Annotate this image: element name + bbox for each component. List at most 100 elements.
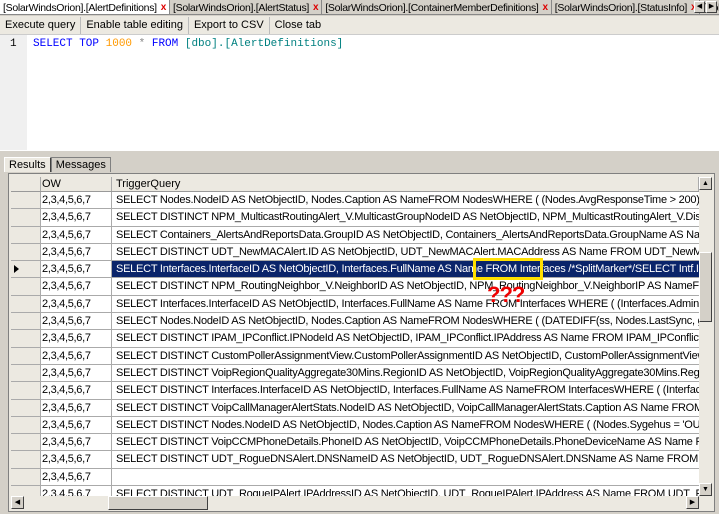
row-header[interactable] <box>11 209 41 226</box>
table-row[interactable]: 2,3,4,5,6,7 SELECT Nodes.NodeID AS NetObj… <box>11 313 699 331</box>
scroll-down-button[interactable]: ▼ <box>699 483 712 496</box>
cell-ow[interactable]: 2,3,4,5,6,7 <box>41 416 112 434</box>
cell-ow[interactable]: 2,3,4,5,6,7 <box>41 434 112 451</box>
row-header[interactable] <box>11 243 41 261</box>
cell-triggerquery[interactable]: SELECT Interfaces.InterfaceID AS NetObje… <box>112 261 699 278</box>
close-tab-button[interactable]: Close tab <box>270 17 326 34</box>
vertical-scrollbar[interactable]: ▲ ▼ <box>699 177 712 496</box>
cell-triggerquery[interactable]: SELECT DISTINCT UDT_RogueIPAlert.IPAddre… <box>112 486 699 496</box>
cell-triggerquery[interactable]: SELECT DISTINCT VoipRegionQualityAggrega… <box>112 365 699 381</box>
vertical-scroll-thumb[interactable] <box>699 252 712 322</box>
cell-triggerquery[interactable]: SELECT Containers_AlertsAndReportsData.G… <box>112 227 699 243</box>
row-header[interactable] <box>11 486 41 496</box>
cell-ow[interactable]: 2,3,4,5,6,7 <box>41 243 112 261</box>
document-tab[interactable]: [SolarWindsOrion].[AlertStatus] x <box>170 0 323 14</box>
table-row[interactable]: 2,3,4,5,6,7 SELECT Interfaces.InterfaceID… <box>11 261 699 279</box>
cell-ow[interactable]: 2,3,4,5,6,7 <box>41 278 112 295</box>
row-header[interactable] <box>11 347 41 364</box>
close-icon[interactable]: x <box>313 2 319 13</box>
query-editor[interactable]: 1 SELECT TOP 1000 * FROM [dbo].[AlertDef… <box>0 35 719 150</box>
cell-ow[interactable]: 2,3,4,5,6,7 <box>41 295 112 313</box>
document-tab[interactable]: [SolarWindsOrion].[StatusInfo]x <box>551 0 701 14</box>
table-row[interactable]: 2,3,4,5,6,7 <box>11 468 699 487</box>
table-row[interactable]: 2,3,4,5,6,7 SELECT DISTINCT VoipRegionQua… <box>11 364 699 383</box>
cell-triggerquery[interactable]: SELECT DISTINCT NPM_MulticastRoutingAler… <box>112 209 699 225</box>
row-header[interactable] <box>11 416 41 434</box>
table-row[interactable]: 2,3,4,5,6,7 SELECT DISTINCT NPM_Multicast… <box>11 209 699 227</box>
row-header[interactable] <box>11 382 41 399</box>
cell-ow[interactable]: 2,3,4,5,6,7 <box>41 382 112 399</box>
close-icon[interactable]: x <box>161 2 167 13</box>
cell-triggerquery[interactable]: SELECT DISTINCT VoipCallManagerAlertStat… <box>112 400 699 416</box>
table-row[interactable]: 2,3,4,5,6,7 SELECT DISTINCT UDT_RogueIPAl… <box>11 486 699 496</box>
cell-ow[interactable]: 2,3,4,5,6,7 <box>41 364 112 382</box>
results-grid[interactable]: OW TriggerQuery 2,3,4,5,6,7 SELECT Nodes.… <box>11 177 699 496</box>
cell-triggerquery[interactable]: SELECT DISTINCT UDT_RogueDNSAlert.DNSNam… <box>112 451 699 467</box>
row-header[interactable] <box>11 330 41 347</box>
tab-results[interactable]: Results <box>4 157 51 172</box>
horizontal-scrollbar[interactable]: ◀ ▶ <box>11 496 699 510</box>
table-row[interactable]: 2,3,4,5,6,7 SELECT DISTINCT Interfaces.In… <box>11 382 699 400</box>
cell-triggerquery[interactable]: SELECT DISTINCT VoipCCMPhoneDetails.Phon… <box>112 434 699 450</box>
cell-ow[interactable]: 2,3,4,5,6,7 <box>41 313 112 330</box>
row-header[interactable] <box>11 313 41 330</box>
table-row[interactable]: 2,3,4,5,6,7 SELECT DISTINCT IPAM_IPConfli… <box>11 330 699 348</box>
execute-query-button[interactable]: Execute query <box>0 16 82 34</box>
enable-table-editing-button[interactable]: Enable table editing <box>81 16 189 34</box>
cell-ow[interactable]: 2,3,4,5,6,7 <box>41 451 112 468</box>
table-row[interactable]: 2,3,4,5,6,7 SELECT DISTINCT NPM_RoutingNe… <box>11 278 699 296</box>
row-header[interactable] <box>11 468 41 486</box>
document-tab[interactable]: [SolarWindsOrion].[ContainerMemberDefini… <box>322 0 552 14</box>
scroll-right-button[interactable]: ▶ <box>686 496 699 509</box>
cell-ow[interactable]: 2,3,4,5,6,7 <box>41 226 112 243</box>
cell-triggerquery[interactable]: SELECT Nodes.NodeID AS NetObjectID, Node… <box>112 192 699 208</box>
horizontal-scroll-thumb[interactable] <box>108 496 208 510</box>
scroll-up-button[interactable]: ▲ <box>699 177 712 190</box>
cell-triggerquery[interactable]: SELECT DISTINCT Nodes.NodeID AS NetObjec… <box>112 417 699 433</box>
close-icon[interactable]: x <box>543 2 549 13</box>
cell-triggerquery[interactable]: SELECT Interfaces.InterfaceID AS NetObje… <box>112 296 699 312</box>
table-row[interactable]: 2,3,4,5,6,7 SELECT DISTINCT UDT_RogueDNSA… <box>11 451 699 469</box>
cell-ow[interactable]: 2,3,4,5,6,7 <box>41 347 112 364</box>
splitter[interactable] <box>0 150 719 156</box>
query-text[interactable]: SELECT TOP 1000 * FROM [dbo].[AlertDefin… <box>33 38 343 50</box>
cell-ow[interactable]: 2,3,4,5,6,7 <box>41 261 112 278</box>
export-csv-button[interactable]: Export to CSV <box>189 16 270 34</box>
row-header[interactable] <box>11 434 41 451</box>
cell-triggerquery[interactable]: SELECT DISTINCT Interfaces.InterfaceID A… <box>112 382 699 398</box>
cell-triggerquery[interactable]: SELECT DISTINCT NPM_RoutingNeighbor_V.Ne… <box>112 278 699 294</box>
cell-ow[interactable]: 2,3,4,5,6,7 <box>41 399 112 416</box>
table-row[interactable]: 2,3,4,5,6,7 SELECT DISTINCT UDT_NewMACAle… <box>11 243 699 262</box>
cell-triggerquery[interactable]: SELECT Nodes.NodeID AS NetObjectID, Node… <box>112 313 699 329</box>
table-row[interactable]: 2,3,4,5,6,7 SELECT Nodes.NodeID AS NetObj… <box>11 192 699 210</box>
row-header[interactable] <box>11 261 41 278</box>
table-row[interactable]: 2,3,4,5,6,7 SELECT DISTINCT VoipCCMPhoneD… <box>11 434 699 452</box>
table-row[interactable]: 2,3,4,5,6,7 SELECT Containers_AlertsAndRe… <box>11 226 699 244</box>
table-row[interactable]: 2,3,4,5,6,7 SELECT DISTINCT Nodes.NodeID … <box>11 416 699 435</box>
cell-triggerquery[interactable]: SELECT DISTINCT IPAM_IPConflict.IPNodeId… <box>112 330 699 346</box>
cell-ow[interactable]: 2,3,4,5,6,7 <box>41 192 112 209</box>
row-header[interactable] <box>11 451 41 468</box>
row-header[interactable] <box>11 364 41 382</box>
tab-messages[interactable]: Messages <box>50 157 111 172</box>
column-header-ow[interactable]: OW <box>41 177 112 191</box>
row-header[interactable] <box>11 278 41 295</box>
column-header-triggerquery[interactable]: TriggerQuery <box>112 177 699 191</box>
row-header[interactable] <box>11 192 41 209</box>
table-row[interactable]: 2,3,4,5,6,7 SELECT DISTINCT CustomPollerA… <box>11 347 699 365</box>
table-row[interactable]: 2,3,4,5,6,7 SELECT Interfaces.InterfaceID… <box>11 295 699 314</box>
cell-triggerquery[interactable]: SELECT DISTINCT CustomPollerAssignmentVi… <box>112 348 699 364</box>
tab-scroll-left-button[interactable]: ◀ <box>694 1 705 13</box>
row-header[interactable] <box>11 226 41 243</box>
cell-ow[interactable]: 2,3,4,5,6,7 <box>41 330 112 347</box>
cell-triggerquery[interactable]: SELECT DISTINCT UDT_NewMACAlert.ID AS Ne… <box>112 244 699 260</box>
row-header[interactable] <box>11 399 41 416</box>
table-row[interactable]: 2,3,4,5,6,7 SELECT DISTINCT VoipCallManag… <box>11 399 699 417</box>
cell-ow[interactable]: 2,3,4,5,6,7 <box>41 486 112 496</box>
document-tab[interactable]: [SolarWindsOrion].[AlertDefinitions] x <box>0 0 171 14</box>
cell-triggerquery[interactable] <box>112 469 699 485</box>
tab-scroll-right-button[interactable]: ▶ <box>706 1 717 13</box>
cell-ow[interactable]: 2,3,4,5,6,7 <box>41 209 112 226</box>
scroll-left-button[interactable]: ◀ <box>11 496 24 509</box>
row-header[interactable] <box>11 295 41 313</box>
